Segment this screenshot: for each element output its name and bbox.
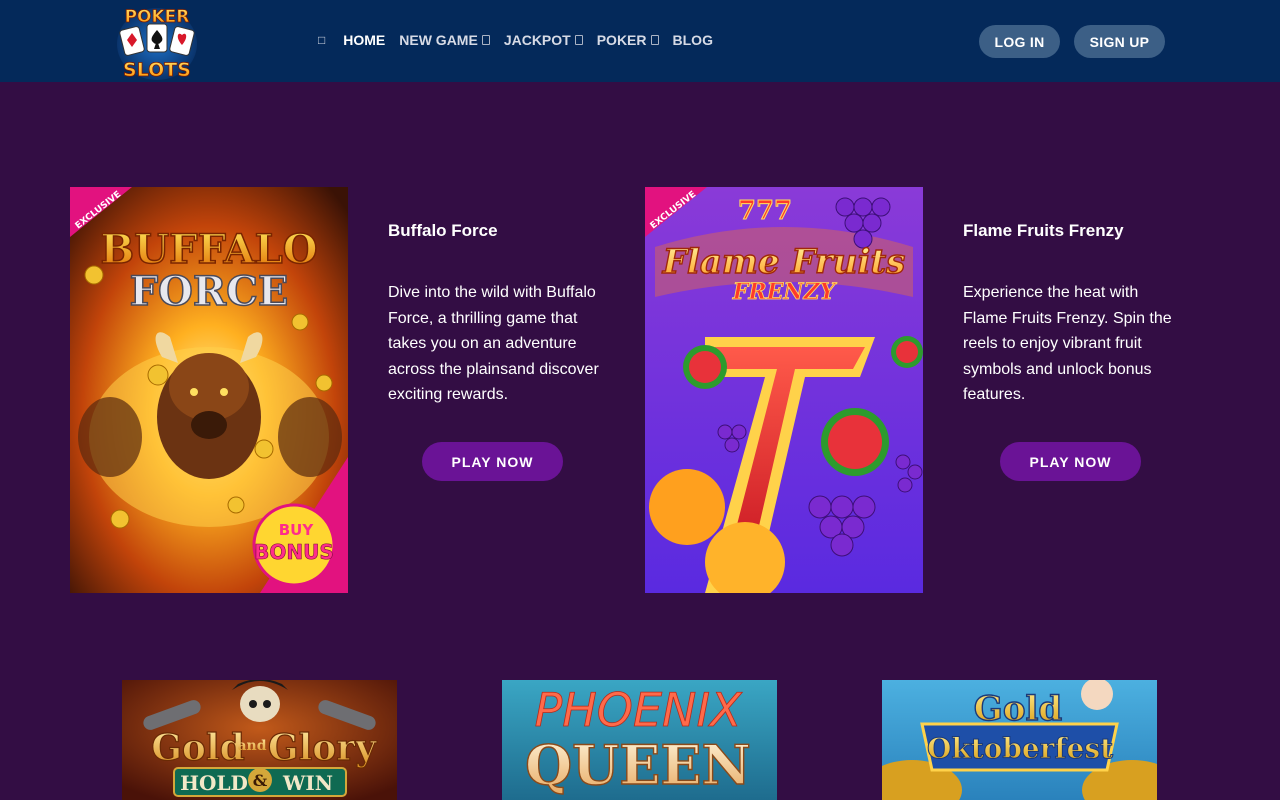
gold-glory-line2: Glory [268,727,377,769]
login-button[interactable]: LOG IN [979,25,1060,58]
buy-bonus-line2: BONUS [254,540,334,564]
nav-item-blog[interactable]: BLOG [673,32,713,48]
chevron-down-icon [481,35,490,45]
gold-oktoberfest-line1: Gold [974,689,1062,729]
flame-fruits-frenzy-play-button[interactable]: PLAY NOW [1000,442,1141,481]
buffalo-force-title: Buffalo Force [388,221,498,240]
phoenix-queen-line1: PHOENIX [534,683,743,737]
buffalo-force-play-button[interactable]: PLAY NOW [422,442,563,481]
main-nav: □ HOME NEW GAME JACKPOT POKER BLOG [318,28,727,52]
nav-item-label: BLOG [672,32,713,48]
nav-item-new-game[interactable]: NEW GAME [399,32,490,48]
gold-glory-and: and [237,738,266,754]
gold-glory-line4: WIN [282,771,333,795]
flame-title-line2: FRENZY [732,279,838,305]
flame-top-sevens: 777 [738,196,792,226]
flame-fruits-frenzy-description: Experience the heat with Flame Fruits Fr… [963,284,1172,403]
signup-button[interactable]: SIGN UP [1074,25,1165,58]
gold-glory-line1: Gold [151,727,245,769]
poker-slots-logo[interactable]: POKER SLOTS [114,2,200,82]
buffalo-force-image[interactable]: EXCLUSIVE BUFFALO FORCE BUY BONUS [70,187,348,593]
nav-item-home[interactable]: HOME [343,32,385,48]
phoenix-queen-line2: QUEEN [525,733,751,797]
chevron-down-icon [574,35,583,45]
phoenix-queen-thumbnail[interactable]: PHOENIX QUEEN [502,680,777,800]
gold-glory-line3: HOLD [180,771,248,795]
nav-item-label: NEW GAME [399,32,478,48]
home-icon[interactable]: □ [318,33,325,47]
gold-glory-amp: & [253,771,268,790]
gold-oktoberfest-line2: Oktoberfest [927,732,1113,765]
nav-item-label: HOME [343,32,386,48]
buffalo-title-line1: BUFFALO [100,226,317,273]
flame-title-line1: Flame Fruits [662,242,905,282]
gold-and-glory-thumbnail[interactable]: Gold and Glory HOLD & WIN [122,680,397,800]
buffalo-force-description: Dive into the wild with Buffalo Force, a… [388,284,599,403]
logo-line1: POKER [125,7,190,27]
buffalo-title-line2: FORCE [130,268,289,315]
flame-fruits-frenzy-title: Flame Fruits Frenzy [963,221,1124,240]
nav-item-label: JACKPOT [503,32,571,48]
site-header: POKER SLOTS □ HOME NEW GAME JACKPOT POKE… [0,0,1280,82]
nav-item-poker[interactable]: POKER [597,32,659,48]
flame-fruits-frenzy-image[interactable]: EXCLUSIVE 777 Flame Fruits FRENZY [645,187,923,593]
gold-oktoberfest-thumbnail[interactable]: Gold Oktoberfest [882,680,1157,800]
nav-item-jackpot[interactable]: JACKPOT [504,32,583,48]
logo-line2: SLOTS [123,59,191,81]
chevron-down-icon [650,35,659,45]
buy-bonus-line1: BUY [279,521,315,539]
nav-item-label: POKER [596,32,647,48]
